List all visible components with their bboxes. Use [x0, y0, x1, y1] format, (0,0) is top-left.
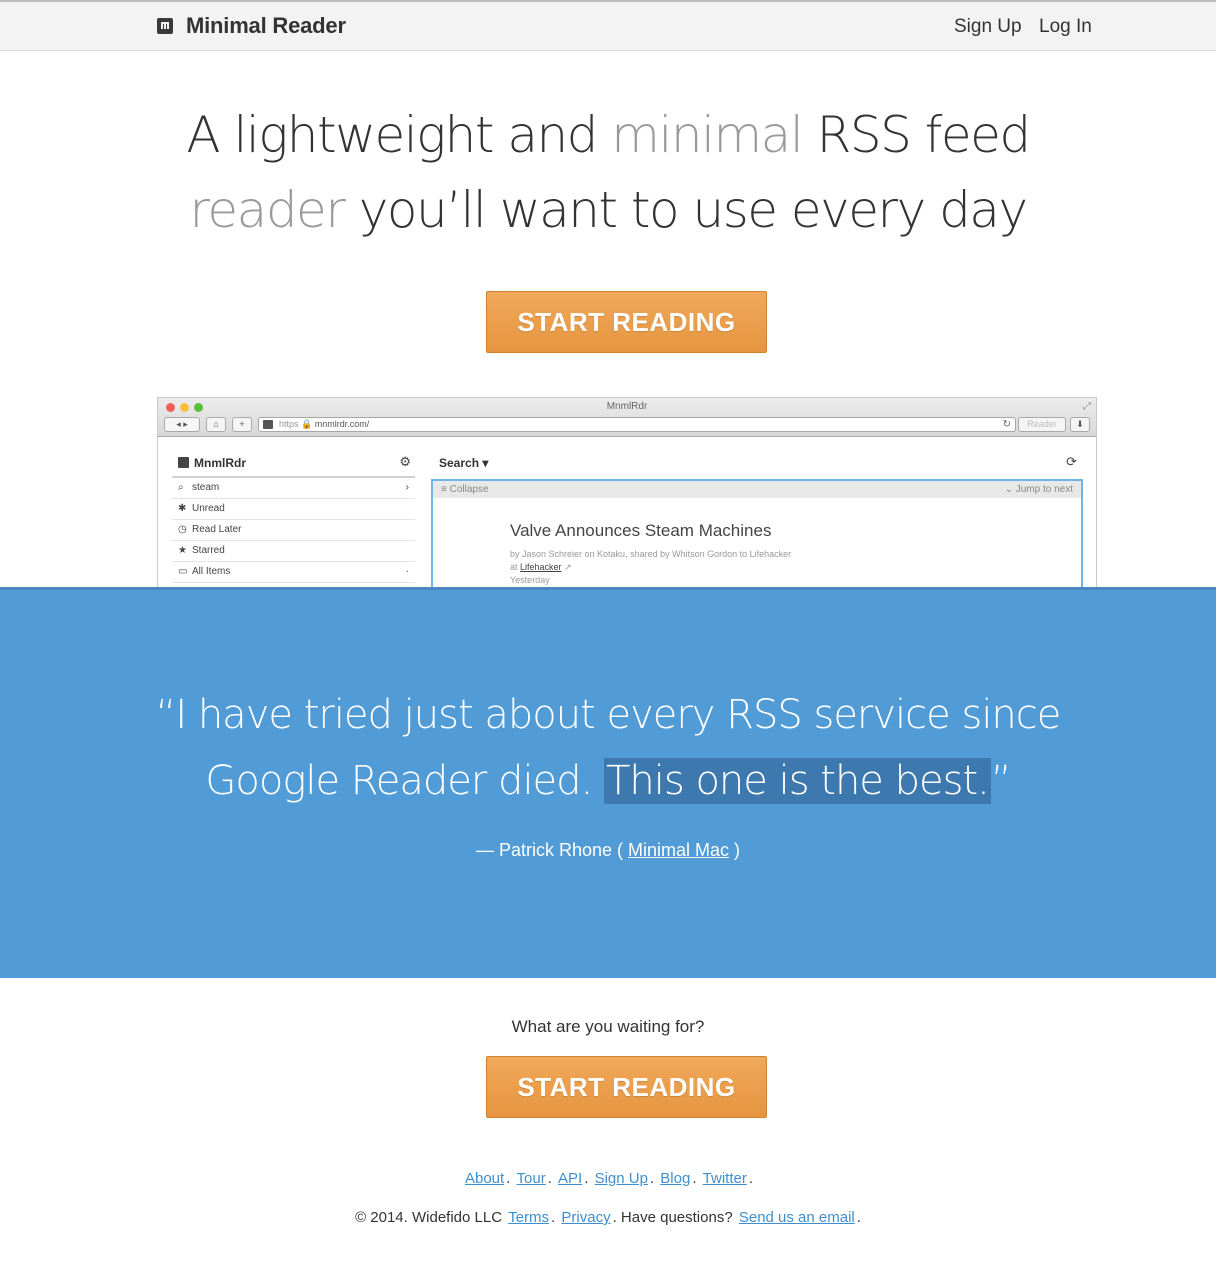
quote-text: ”: [990, 758, 1012, 804]
article-meta: by Jason Schreier on Kotaku, shared by W…: [510, 548, 791, 587]
reader-button: Reader: [1018, 417, 1066, 432]
article-source-link: Lifehacker: [520, 562, 562, 572]
footer-links: About. Tour. API. Sign Up. Blog. Twitter…: [464, 1170, 754, 1187]
copyright-text: © 2014. Widefido LLC: [355, 1209, 503, 1226]
hero-text: A lightweight and: [186, 106, 612, 164]
sidebar-item-starred: ★ Starred: [172, 541, 415, 562]
search-icon: ⌕: [178, 482, 184, 493]
quote-highlight: This one is the best.: [603, 758, 991, 804]
signup-link[interactable]: Sign Up: [954, 16, 1022, 38]
privacy-link[interactable]: Privacy: [561, 1209, 610, 1226]
footer-link-twitter[interactable]: Twitter: [703, 1170, 747, 1187]
jump-to-next: ⌄ Jump to next: [1005, 481, 1073, 498]
browser-url-bar: https 🔒 mnmlrdr.com/ ↻: [258, 417, 1016, 432]
main-header: Search ▾ ⟳: [431, 448, 1083, 478]
sidebar-item-search: ⌕ steam ›: [172, 478, 415, 499]
article-at: at: [510, 562, 521, 572]
back-forward-icon: ◂ ▸: [164, 417, 200, 432]
sidebar-item-label: steam: [192, 482, 220, 493]
sidebar-header: MnmlRdr ⚙: [172, 448, 415, 478]
attribution-prefix: — Patrick Rhone (: [475, 840, 629, 860]
article-byline: by Jason Schreier on Kotaku, shared by W…: [510, 549, 792, 559]
home-icon: ⌂: [206, 417, 226, 432]
footer-link-api[interactable]: API: [558, 1170, 582, 1187]
logo-icon: [157, 18, 173, 34]
sidebar-item-unread: ✱ Unread: [172, 499, 415, 520]
favicon-icon: [263, 420, 273, 429]
hero-text: RSS feed: [802, 106, 1031, 164]
hero-headline: A lightweight and minimal RSS feed reade…: [0, 98, 1216, 248]
sidebar-item-label: Unread: [192, 503, 225, 514]
article-card: ≡ Collapse ⌄ Jump to next Valve Announce…: [431, 479, 1083, 587]
url-text: mnmlrdr.com/: [314, 419, 370, 429]
waiting-text: What are you waiting for?: [511, 1017, 705, 1036]
gear-icon: ⚙: [399, 454, 411, 469]
search-dropdown: Search ▾: [439, 456, 488, 470]
caret-down-icon: ▾: [482, 456, 489, 470]
sidebar-item-label: All Items: [192, 566, 231, 577]
sidebar-item-label: Starred: [192, 545, 225, 556]
footer-copyright: © 2014. Widefido LLC Terms. Privacy. Hav…: [355, 1209, 861, 1226]
login-link[interactable]: Log In: [1039, 16, 1092, 38]
fullscreen-icon: ⤢: [1083, 401, 1091, 412]
quote-text: “I have tried just about every RSS servi…: [155, 692, 1062, 738]
sidebar-item-label: Read Later: [192, 524, 242, 535]
external-link-icon: ↗: [564, 562, 572, 572]
folder-icon: ▭: [178, 566, 188, 577]
quote-text: Google Reader died.: [205, 758, 604, 804]
jump-label: Jump to next: [1015, 484, 1073, 495]
browser-titlebar: MnmlRdr ⤢ ◂ ▸ ⌂ + https 🔒 mnmlrdr.com/ ↻…: [158, 398, 1096, 437]
collapse-label: Collapse: [449, 484, 489, 495]
footer-link-about[interactable]: About: [465, 1170, 504, 1187]
sidebar-item-all-items: ▭ All Items ·: [172, 562, 415, 583]
footer-link-blog[interactable]: Blog: [660, 1170, 690, 1187]
start-reading-button[interactable]: START READING: [486, 291, 767, 353]
app-sidebar: MnmlRdr ⚙ ⌕ steam › ✱ Unread ◷ Read Later ★…: [172, 448, 415, 583]
hero-text: you’ll want to use every day: [344, 181, 1028, 239]
testimonial-section: “I have tried just about every RSS servi…: [0, 587, 1216, 978]
questions-text: Have questions?: [620, 1209, 733, 1226]
search-dropdown-label: Search: [439, 456, 480, 470]
minimal-mac-link[interactable]: Minimal Mac: [628, 840, 729, 860]
lock-icon: 🔒: [301, 419, 315, 429]
clock-icon: ◷: [178, 524, 187, 535]
refresh-icon: ⟳: [1066, 454, 1077, 469]
star-icon: ★: [178, 545, 187, 556]
email-link[interactable]: Send us an email: [739, 1209, 855, 1226]
sidebar-item-read-later: ◷ Read Later: [172, 520, 415, 541]
article-source-line: at Lifehacker ↗: [510, 561, 791, 574]
article-date: Yesterday: [510, 575, 550, 585]
app-logo-icon: [178, 457, 189, 468]
testimonial-quote: “I have tried just about every RSS servi…: [0, 682, 1216, 814]
menu-icon: ≡: [441, 484, 447, 495]
footer-link-tour[interactable]: Tour: [517, 1170, 546, 1187]
brand-name: Minimal Reader: [186, 13, 346, 38]
attribution-suffix: ): [729, 840, 741, 860]
hero-text-muted: minimal: [611, 106, 803, 164]
footer-link-signup[interactable]: Sign Up: [595, 1170, 648, 1187]
article-title: Valve Announces Steam Machines: [510, 521, 772, 540]
dot-icon: ·: [405, 566, 409, 577]
chevron-down-icon: ⌄: [1004, 484, 1013, 495]
terms-link[interactable]: Terms: [508, 1209, 549, 1226]
url-scheme: https: [279, 419, 299, 429]
reload-icon: ↻: [1002, 419, 1011, 430]
testimonial-attribution: — Patrick Rhone ( Minimal Mac ): [0, 840, 1216, 861]
hero-text-muted: reader: [189, 181, 345, 239]
sidebar-title: MnmlRdr: [194, 456, 246, 470]
top-navbar: Minimal Reader Sign Up Log In: [0, 0, 1216, 51]
download-icon: ⬇: [1070, 417, 1090, 432]
article-toolbar: ≡ Collapse ⌄ Jump to next: [433, 481, 1081, 498]
brand[interactable]: Minimal Reader: [157, 13, 346, 38]
app-main-pane: Search ▾ ⟳ ≡ Collapse ⌄ Jump to next Val…: [431, 448, 1083, 587]
add-bookmark-icon: +: [232, 417, 252, 432]
chevron-right-icon: ›: [405, 482, 409, 493]
app-screenshot: MnmlRdr ⤢ ◂ ▸ ⌂ + https 🔒 mnmlrdr.com/ ↻…: [157, 397, 1097, 587]
browser-window-title: MnmlRdr: [606, 401, 648, 412]
start-reading-button-bottom[interactable]: START READING: [486, 1056, 767, 1118]
asterisk-icon: ✱: [178, 503, 187, 514]
